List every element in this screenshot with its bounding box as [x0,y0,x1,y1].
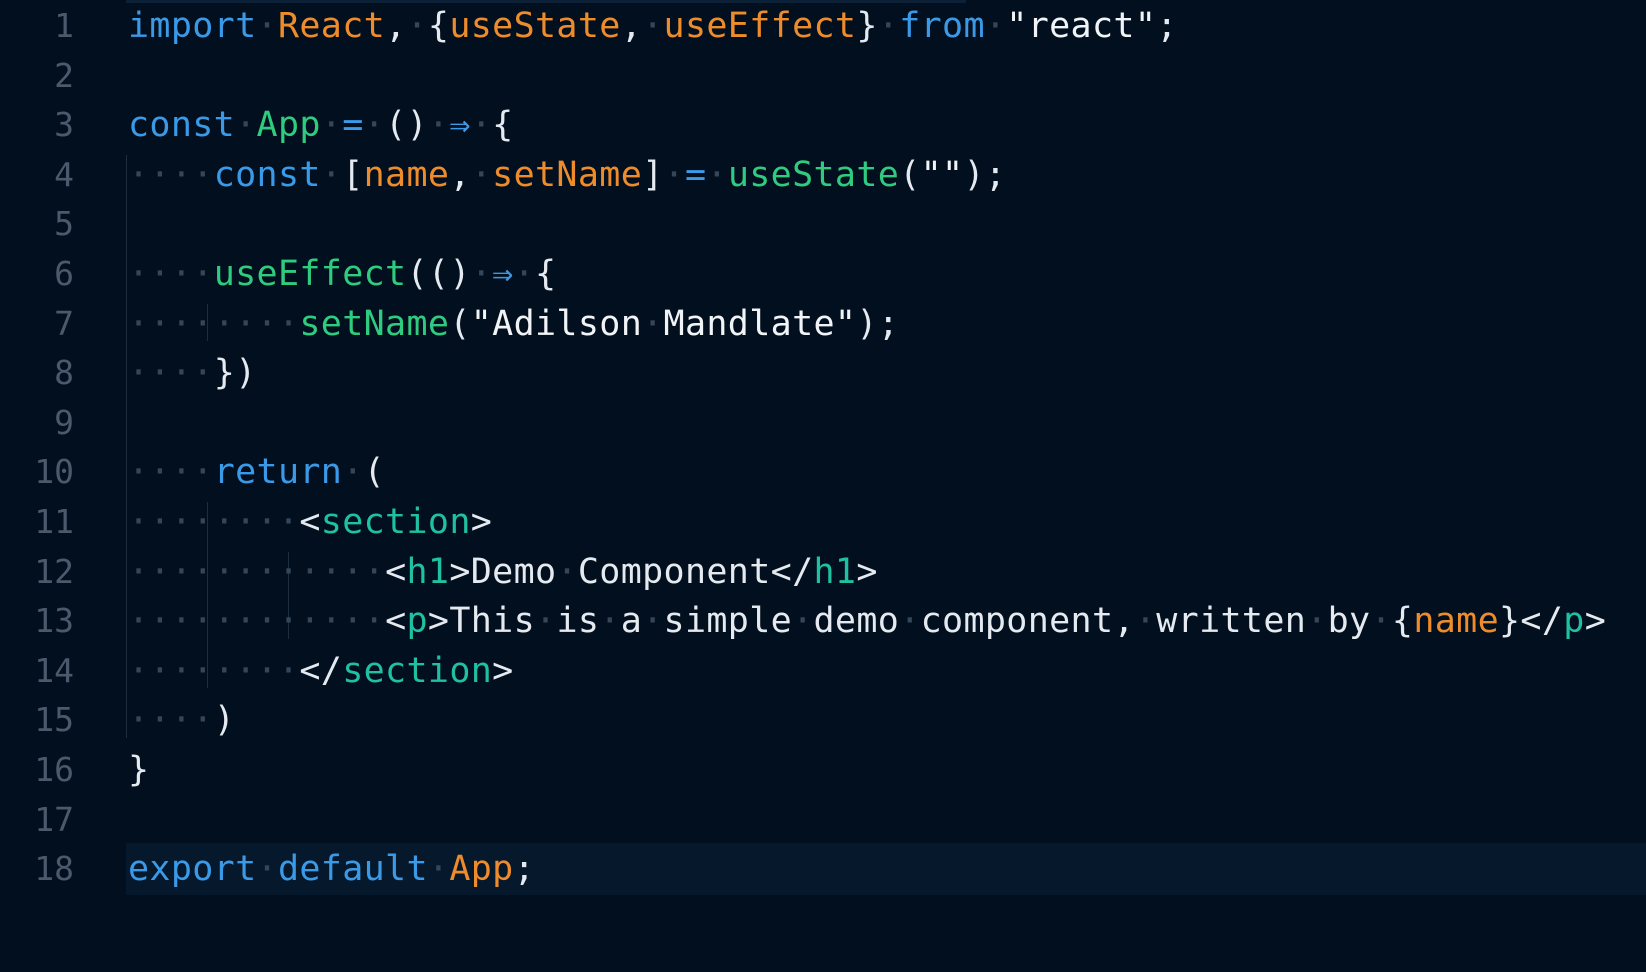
code-line[interactable]: 15 ····) [0,694,1646,746]
line-number: 12 [34,551,74,591]
code-line-content-area[interactable]: ····) [126,694,1646,746]
line-number: 8 [54,353,74,393]
code-line-text: ····) [128,700,236,741]
line-number: 3 [54,105,74,145]
line-number: 15 [34,700,74,740]
code-line-text: import·React,·{useState,·useEffect}·from… [128,6,1178,46]
line-number: 13 [34,601,74,641]
code-line-content-area[interactable]: ····useEffect(()·⇒·{ [126,248,1646,300]
code-line[interactable]: 12 ············<h1>Demo·Component</h1> [0,546,1646,598]
code-line-content-area[interactable] [126,397,1646,449]
line-number: 16 [34,750,74,789]
code-line-text: ············<h1>Demo·Component</h1> [128,551,878,592]
code-line-text: ····useEffect(()·⇒·{ [128,254,557,294]
code-line-text: const·App·=·()·⇒·{ [128,105,514,146]
code-line-text: ········<section> [128,502,493,542]
code-line[interactable]: 4 ····const·[name,·setName]·=·useState(""… [0,149,1646,201]
line-number: 11 [34,502,74,541]
line-number: 4 [54,154,74,194]
code-line-content-area[interactable]: ····}) [126,347,1646,399]
code-line[interactable]: 3 const·App·=·()·⇒·{ [0,99,1646,151]
code-line[interactable]: 17 [0,794,1646,846]
code-line-text: ········</section> [128,650,514,691]
code-line-content-area[interactable]: ············<h1>Demo·Component</h1> [126,546,1646,598]
code-line[interactable]: 10 ····return·( [0,446,1646,498]
code-line[interactable]: 5 [0,198,1646,250]
code-line-content-area[interactable] [126,198,1646,250]
code-line-content-area[interactable]: ········setName("Adilson·Mandlate"); [126,298,1646,350]
line-number: 7 [54,303,74,343]
code-line-content-area[interactable]: export·default·App; [126,843,1646,896]
line-number: 1 [54,6,74,45]
code-line-content-area[interactable]: } [126,744,1646,796]
code-line-content-area[interactable]: import·React,·{useState,·useEffect}·from… [126,0,1646,52]
line-number: 5 [54,204,74,244]
code-line-content-area[interactable]: ····return·( [126,446,1646,498]
code-editor[interactable]: 1 import·React,·{useState,·useEffect}·fro… [0,0,1646,972]
code-line-content-area[interactable]: ········<section> [126,496,1646,548]
code-line[interactable]: 8 ····}) [0,347,1646,399]
line-number: 17 [34,799,74,839]
code-line-content-area[interactable] [126,794,1646,846]
code-line[interactable]: 16} [0,744,1646,796]
code-line-text: ····}) [128,353,257,394]
line-number: 9 [54,402,74,442]
code-line[interactable]: 2 [0,50,1646,102]
code-line-text: ········setName("Adilson·Mandlate"); [128,303,900,344]
code-line-content-area[interactable] [126,50,1646,102]
code-line-text: export·default·App; [128,849,536,890]
code-line[interactable]: 7 ········setName("Adilson·Mandlate"); [0,298,1646,350]
code-line-text: ············<p>This·is·a·simple·demo·com… [128,601,1607,642]
line-number: 2 [54,55,74,95]
code-line[interactable]: 14 ········</section> [0,645,1646,697]
code-line-content-area[interactable]: ············<p>This·is·a·simple·demo·com… [126,595,1646,647]
line-number: 6 [54,254,74,293]
line-number: 18 [34,849,74,889]
code-line-content-area[interactable]: const·App·=·()·⇒·{ [126,99,1646,151]
code-line-text: } [128,750,150,790]
line-number: 14 [34,650,74,690]
code-line-content-area[interactable]: ········</section> [126,645,1646,697]
code-line[interactable]: 1 import·React,·{useState,·useEffect}·fro… [0,0,1646,52]
code-line[interactable]: 9 [0,397,1646,449]
code-line[interactable]: 6 ····useEffect(()·⇒·{ [0,248,1646,300]
code-line-content-area[interactable]: ····const·[name,·setName]·=·useState("")… [126,149,1646,201]
code-line[interactable]: 11 ········<section> [0,496,1646,548]
code-line[interactable]: 13 ············<p>This·is·a·simple·demo·c… [0,595,1646,647]
line-number: 10 [34,452,74,492]
code-line-text: ····return·( [128,452,386,493]
code-line-text: ····const·[name,·setName]·=·useState("")… [128,154,1007,195]
code-line[interactable]: 18 export·default·App; [0,843,1646,896]
